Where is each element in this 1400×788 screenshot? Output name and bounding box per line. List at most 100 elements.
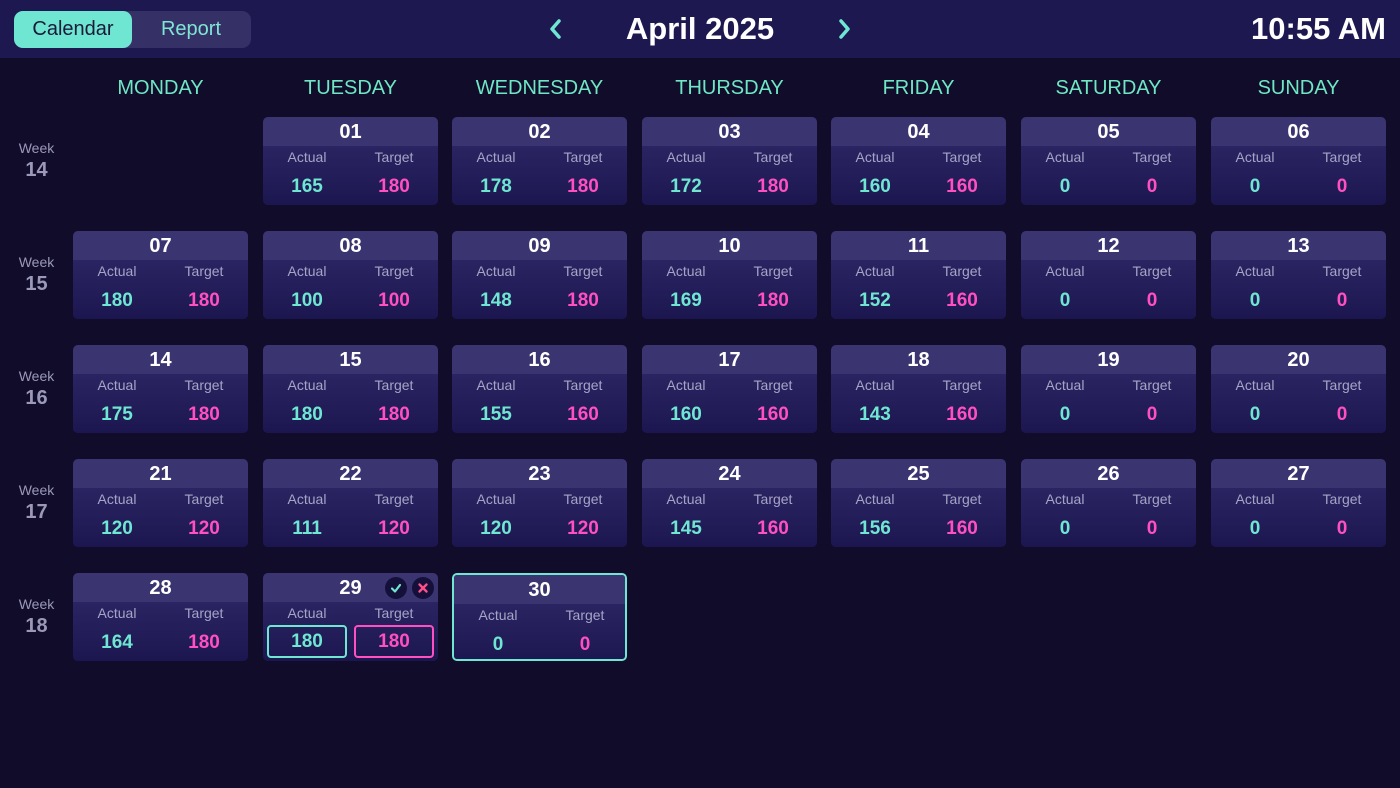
week-number: 15 — [25, 273, 48, 295]
day-card[interactable]: 22 Actual Target 111 120 — [263, 459, 438, 547]
confirm-edit-button[interactable] — [385, 577, 407, 599]
next-month-button[interactable] — [830, 14, 860, 44]
day-number-text: 28 — [149, 577, 172, 599]
day-card[interactable]: 18 Actual Target 143 160 — [831, 345, 1006, 433]
actual-label: Actual — [666, 377, 706, 393]
day-values: Actual Target 0 0 — [1211, 146, 1386, 205]
target-label: Target — [374, 605, 414, 621]
day-card[interactable]: 03 Actual Target 172 180 — [642, 117, 817, 205]
day-of-week-header: MONDAY — [117, 77, 204, 99]
cancel-edit-button[interactable] — [412, 577, 434, 599]
day-card[interactable]: 05 Actual Target 0 0 — [1021, 117, 1196, 205]
day-card[interactable]: 09 Actual Target 148 180 — [452, 231, 627, 319]
target-value: 120 — [567, 518, 599, 539]
day-card[interactable]: 20 Actual Target 0 0 — [1211, 345, 1386, 433]
day-card[interactable]: 26 Actual Target 0 0 — [1021, 459, 1196, 547]
target-label: Target — [565, 607, 605, 623]
day-card[interactable]: 15 Actual Target 180 180 — [263, 345, 438, 433]
week-label-text: Week — [18, 368, 55, 384]
day-card[interactable]: 21 Actual Target 120 120 — [73, 459, 248, 547]
day-card[interactable]: 30 Actual Target 0 0 — [452, 573, 627, 661]
day-card[interactable]: 17 Actual Target 160 160 — [642, 345, 817, 433]
target-value: 160 — [757, 404, 789, 425]
week-label-text: Week — [18, 482, 55, 498]
target-value: 0 — [1336, 290, 1348, 311]
week-label-text: Week — [18, 596, 55, 612]
target-label: Target — [1322, 491, 1362, 507]
day-number-text: 26 — [1097, 463, 1120, 485]
day-of-week-header: THURSDAY — [675, 77, 784, 99]
actual-label: Actual — [666, 491, 706, 507]
tab-report[interactable]: Report — [132, 11, 250, 48]
day-number: 25 — [831, 459, 1006, 488]
target-value: 180 — [378, 176, 410, 197]
target-label: Target — [563, 149, 603, 165]
actual-label: Actual — [1045, 263, 1085, 279]
day-card[interactable]: 12 Actual Target 0 0 — [1021, 231, 1196, 319]
day-values: Actual Target 120 120 — [452, 488, 627, 547]
day-card[interactable]: 08 Actual Target 100 100 — [263, 231, 438, 319]
day-card[interactable]: 10 Actual Target 169 180 — [642, 231, 817, 319]
day-values: Actual Target 100 100 — [263, 260, 438, 319]
day-card[interactable]: 29 Actual Target 180 180 — [263, 573, 438, 661]
week-number: 16 — [25, 387, 48, 409]
week-label: Week 15 — [0, 253, 73, 297]
actual-value: 180 — [291, 404, 323, 425]
actual-label: Actual — [1045, 377, 1085, 393]
target-label: Target — [184, 491, 224, 507]
day-card[interactable]: 23 Actual Target 120 120 — [452, 459, 627, 547]
target-value: 180 — [567, 290, 599, 311]
day-number: 28 — [73, 573, 248, 602]
day-card[interactable]: 02 Actual Target 178 180 — [452, 117, 627, 205]
day-values: Actual Target 0 0 — [1211, 488, 1386, 547]
actual-input[interactable]: 180 — [267, 625, 347, 658]
day-card[interactable]: 24 Actual Target 145 160 — [642, 459, 817, 547]
day-values: Actual Target 172 180 — [642, 146, 817, 205]
day-values: Actual Target 0 0 — [454, 604, 625, 659]
actual-value: 148 — [480, 290, 512, 311]
day-number-text: 03 — [718, 121, 741, 143]
day-number: 21 — [73, 459, 248, 488]
day-number-text: 17 — [718, 349, 741, 371]
day-card[interactable]: 11 Actual Target 152 160 — [831, 231, 1006, 319]
day-card[interactable]: 04 Actual Target 160 160 — [831, 117, 1006, 205]
target-value: 180 — [188, 404, 220, 425]
day-card[interactable]: 27 Actual Target 0 0 — [1211, 459, 1386, 547]
day-values: Actual Target 180 180 — [73, 260, 248, 319]
day-card[interactable]: 06 Actual Target 0 0 — [1211, 117, 1386, 205]
month-title: April 2025 — [625, 11, 775, 46]
day-values: Actual Target 155 160 — [452, 374, 627, 433]
week-label-text: Week — [18, 254, 55, 270]
day-card[interactable]: 07 Actual Target 180 180 — [73, 231, 248, 319]
day-card[interactable]: 28 Actual Target 164 180 — [73, 573, 248, 661]
day-card[interactable]: 14 Actual Target 175 180 — [73, 345, 248, 433]
day-number-text: 27 — [1287, 463, 1310, 485]
day-card[interactable]: 16 Actual Target 155 160 — [452, 345, 627, 433]
day-card[interactable]: 01 Actual Target 165 180 — [263, 117, 438, 205]
target-value: 0 — [1336, 518, 1348, 539]
target-value: 0 — [579, 634, 591, 655]
day-values: Actual Target 111 120 — [263, 488, 438, 547]
day-of-week-header: TUESDAY — [304, 77, 397, 99]
target-label: Target — [942, 263, 982, 279]
actual-label: Actual — [97, 605, 137, 621]
target-value: 120 — [188, 518, 220, 539]
day-card[interactable]: 25 Actual Target 156 160 — [831, 459, 1006, 547]
day-number: 04 — [831, 117, 1006, 146]
actual-value: 156 — [859, 518, 891, 539]
day-card[interactable]: 13 Actual Target 0 0 — [1211, 231, 1386, 319]
day-values: Actual Target 164 180 — [73, 602, 248, 661]
target-input[interactable]: 180 — [354, 625, 434, 658]
target-value: 0 — [1336, 404, 1348, 425]
day-number: 20 — [1211, 345, 1386, 374]
day-number: 05 — [1021, 117, 1196, 146]
actual-label: Actual — [476, 263, 516, 279]
previous-month-button[interactable] — [540, 14, 570, 44]
week-number: 14 — [25, 159, 48, 181]
tab-calendar[interactable]: Calendar — [14, 11, 132, 48]
target-value: 160 — [946, 404, 978, 425]
day-card[interactable]: 19 Actual Target 0 0 — [1021, 345, 1196, 433]
day-values: Actual Target 148 180 — [452, 260, 627, 319]
day-values: Actual Target 0 0 — [1021, 374, 1196, 433]
target-value: 120 — [378, 518, 410, 539]
